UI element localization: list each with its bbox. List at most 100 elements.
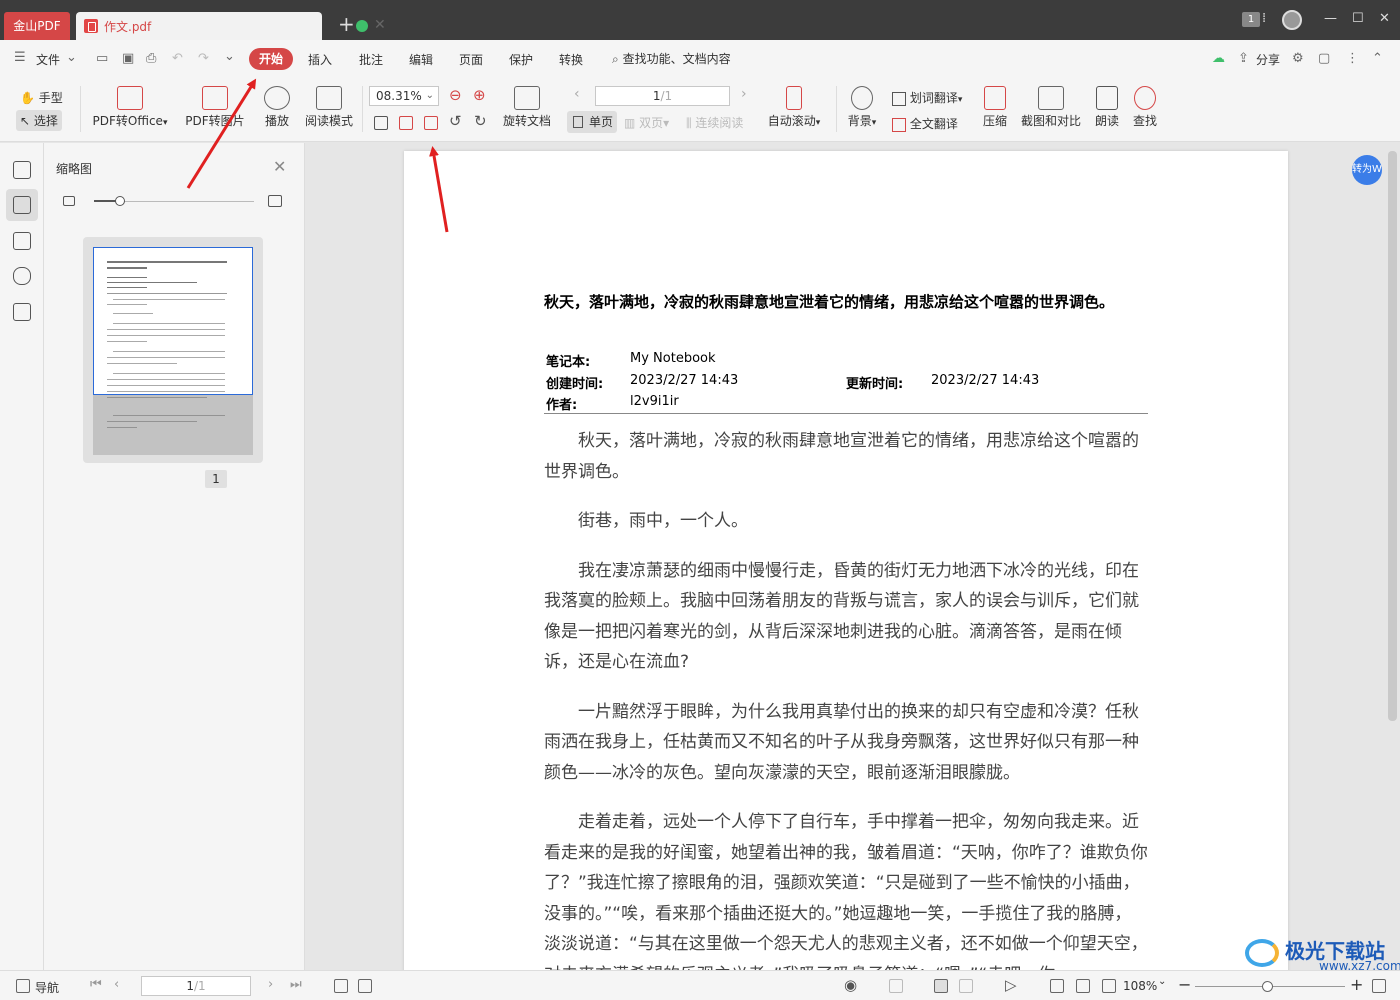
attachment-icon[interactable] bbox=[13, 267, 31, 285]
tab-annotate[interactable]: 批注 bbox=[359, 51, 383, 68]
read-mode-button[interactable]: 阅读模式 bbox=[303, 86, 355, 129]
previous-page-icon[interactable]: ‹ bbox=[574, 86, 580, 102]
hand-tool-button[interactable]: ✋ 手型 bbox=[20, 89, 63, 106]
redo-icon[interactable]: ↷ bbox=[198, 51, 209, 66]
share-button[interactable]: 分享 bbox=[1256, 51, 1280, 68]
feedback-icon[interactable]: ▢ bbox=[1318, 51, 1330, 66]
rotate-left-icon[interactable]: ↺ bbox=[449, 112, 462, 130]
print-icon[interactable]: ⎙ bbox=[146, 51, 156, 66]
avatar[interactable] bbox=[1282, 10, 1302, 30]
continuous-read-button[interactable]: ⫼ 连续阅读 bbox=[686, 114, 743, 131]
zoom-percent[interactable]: 108% bbox=[1123, 979, 1157, 993]
next-page-icon[interactable]: › bbox=[268, 977, 273, 992]
auto-scroll-button[interactable]: 自动滚动▾ bbox=[764, 86, 824, 129]
search-input[interactable]: ⌕ 查找功能、文档内容 bbox=[612, 48, 752, 70]
new-tab-button[interactable]: + bbox=[338, 14, 355, 34]
close-tab-icon[interactable]: ✕ bbox=[374, 17, 386, 33]
settings-gear-icon[interactable]: ⚙ bbox=[1292, 51, 1304, 66]
cloud-sync-icon[interactable]: ☁ bbox=[1212, 51, 1225, 66]
first-page-icon[interactable]: ⏮ bbox=[90, 977, 102, 992]
close-panel-icon[interactable]: ✕ bbox=[273, 157, 286, 176]
minimize-icon[interactable]: — bbox=[1324, 11, 1337, 26]
full-translate-button[interactable]: 全文翻译 bbox=[892, 115, 958, 132]
maximize-icon[interactable]: ☐ bbox=[1352, 11, 1364, 26]
pdf-to-image-icon bbox=[202, 86, 228, 110]
single-page-mode-icon[interactable] bbox=[934, 979, 948, 993]
last-page-icon[interactable]: ⏭ bbox=[290, 977, 302, 992]
word-translate-button[interactable]: 划词翻译▾ bbox=[892, 89, 962, 106]
fit-width-icon[interactable] bbox=[424, 116, 438, 130]
screenshot-compare-button[interactable]: 截图和对比 bbox=[1018, 86, 1084, 129]
compress-button[interactable]: 压缩 bbox=[978, 86, 1012, 129]
tab-start[interactable]: 开始 bbox=[249, 48, 293, 70]
read-aloud-button[interactable]: 朗读 bbox=[1092, 86, 1122, 129]
zoom-out-icon[interactable]: ⊖ bbox=[449, 86, 462, 104]
back-view-icon[interactable] bbox=[334, 979, 348, 993]
thumbnail-icon[interactable] bbox=[13, 196, 31, 214]
fit-page-icon[interactable] bbox=[399, 116, 413, 130]
rotate-document-button[interactable]: 旋转文档 bbox=[500, 86, 554, 129]
fit-page-status-icon[interactable] bbox=[1076, 979, 1090, 993]
double-page-mode-icon[interactable] bbox=[959, 979, 973, 993]
quick-access-dropdown-icon[interactable]: ⌄ bbox=[224, 49, 235, 64]
save-icon[interactable]: ▣ bbox=[122, 51, 134, 66]
tab-edit[interactable]: 编辑 bbox=[409, 51, 433, 68]
share-icon[interactable]: ⇪ bbox=[1238, 51, 1249, 66]
find-button[interactable]: 查找 bbox=[1130, 86, 1160, 129]
bookmark-icon[interactable] bbox=[13, 161, 31, 179]
window-count-badge[interactable]: 1 bbox=[1242, 12, 1260, 27]
tab-insert[interactable]: 插入 bbox=[308, 51, 332, 68]
actual-size-status-icon[interactable] bbox=[1050, 979, 1064, 993]
fullscreen-icon[interactable] bbox=[1372, 979, 1386, 993]
play-button[interactable]: 播放 bbox=[260, 86, 294, 129]
close-window-icon[interactable]: ✕ bbox=[1379, 11, 1390, 26]
zoom-in-status-icon[interactable]: + bbox=[1350, 975, 1363, 994]
prev-page-icon[interactable]: ‹ bbox=[114, 977, 119, 992]
auto-scroll-icon bbox=[786, 86, 802, 110]
convert-to-word-button[interactable]: 转为W bbox=[1352, 155, 1382, 185]
single-page-button[interactable]: 单页 bbox=[567, 111, 617, 133]
thumbnail-size-slider-handle[interactable] bbox=[115, 196, 125, 206]
continuous-mode-icon[interactable] bbox=[889, 979, 903, 993]
tab-protect[interactable]: 保护 bbox=[509, 51, 533, 68]
select-tool-button[interactable]: ↖ 选择 bbox=[16, 110, 62, 131]
tab-page[interactable]: 页面 bbox=[459, 51, 483, 68]
pdf-to-image-button[interactable]: PDF转图片 bbox=[184, 86, 246, 129]
next-page-icon[interactable]: › bbox=[741, 86, 747, 102]
large-image-icon[interactable] bbox=[268, 195, 282, 207]
double-page-button[interactable]: ▥ 双页▾ bbox=[624, 114, 669, 131]
app-home-tab[interactable]: 金山PDF bbox=[4, 12, 70, 40]
zoom-out-status-icon[interactable]: − bbox=[1178, 975, 1191, 994]
document-tab[interactable]: 作文.pdf ✕ bbox=[76, 12, 386, 40]
zoom-level-select[interactable]: 08.31% ⌄ bbox=[369, 86, 439, 106]
vertical-scrollbar[interactable] bbox=[1388, 151, 1397, 721]
play-mode-icon[interactable]: ▷ bbox=[1005, 976, 1017, 994]
small-image-icon[interactable] bbox=[63, 196, 75, 206]
pdf-to-office-button[interactable]: PDF转Office▾ bbox=[90, 86, 170, 129]
rotate-right-icon[interactable]: ↻ bbox=[474, 112, 487, 130]
chevron-down-icon[interactable]: ⌄ bbox=[1158, 976, 1166, 987]
open-folder-icon[interactable]: ▭ bbox=[96, 51, 108, 66]
page-number-input[interactable]: 1/1 bbox=[595, 86, 730, 106]
navigation-icon[interactable] bbox=[16, 979, 30, 993]
document-viewport[interactable]: 秋天，落叶满地，冷寂的秋雨肆意地宣泄着它的情绪，用悲凉给这个喧嚣的世界调色。 笔… bbox=[305, 143, 1400, 970]
actual-size-icon[interactable] bbox=[374, 116, 388, 130]
undo-icon[interactable]: ↶ bbox=[172, 51, 183, 66]
status-page-input[interactable]: 1/1 bbox=[141, 976, 251, 996]
collapse-ribbon-icon[interactable]: ⌃ bbox=[1372, 51, 1383, 66]
background-button[interactable]: 背景▾ bbox=[843, 86, 881, 129]
comment-icon[interactable] bbox=[13, 232, 31, 250]
hamburger-menu-icon[interactable]: ☰ bbox=[14, 50, 26, 65]
page-thumbnail[interactable] bbox=[83, 237, 263, 463]
file-menu[interactable]: 文件 bbox=[36, 51, 60, 68]
fit-width-status-icon[interactable] bbox=[1102, 979, 1116, 993]
navigation-button[interactable]: 导航 bbox=[35, 979, 59, 996]
zoom-in-icon[interactable]: ⊕ bbox=[473, 86, 486, 104]
tab-convert[interactable]: 转换 bbox=[559, 51, 583, 68]
signature-icon[interactable] bbox=[13, 303, 31, 321]
eye-protect-icon[interactable]: ◉ bbox=[844, 976, 857, 994]
chevron-down-icon[interactable]: ⌄ bbox=[66, 50, 77, 65]
more-options-icon[interactable]: ⋮ bbox=[1346, 51, 1359, 66]
forward-view-icon[interactable] bbox=[358, 979, 372, 993]
zoom-slider-handle[interactable] bbox=[1262, 981, 1273, 992]
